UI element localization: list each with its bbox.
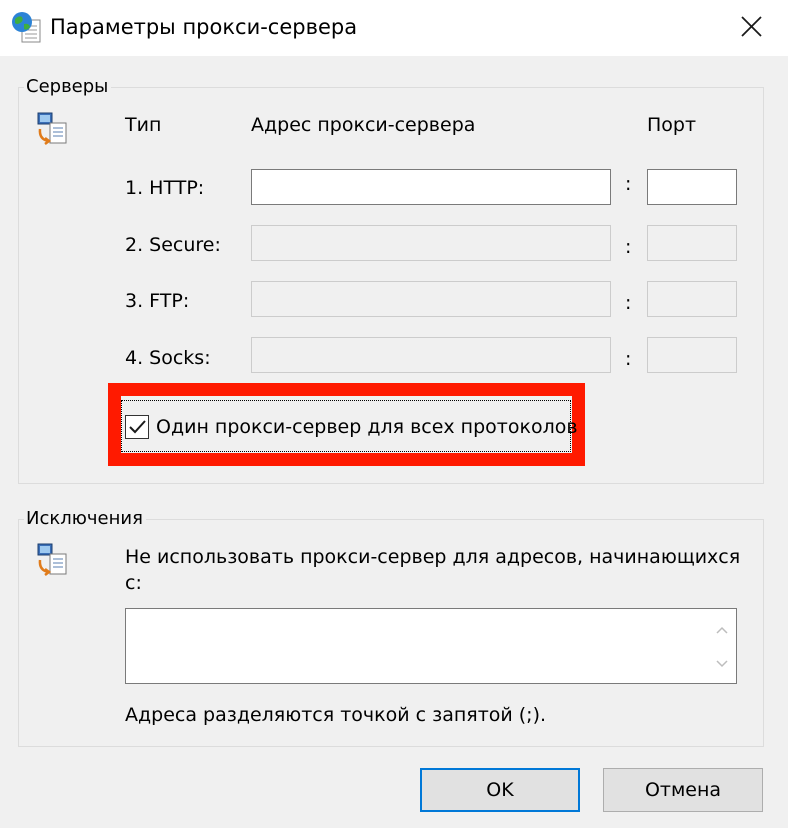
proxy-settings-dialog: Параметры прокси-сервера Серверы Тип Адр… (0, 0, 788, 828)
globe-document-icon (12, 12, 41, 43)
socks-colon: : (625, 348, 632, 370)
same-proxy-label[interactable]: Один прокси-сервер для всех протоколов (156, 414, 578, 440)
ftp-port-input[interactable] (647, 281, 737, 317)
servers-group-label: Серверы (24, 75, 112, 99)
window-title: Параметры прокси-сервера (50, 15, 358, 39)
secure-port-input[interactable] (647, 225, 737, 261)
http-address-input[interactable] (251, 169, 611, 205)
ftp-label: 3. FTP: (125, 290, 190, 312)
ftp-colon: : (625, 292, 632, 314)
exceptions-textarea[interactable] (125, 608, 737, 684)
exceptions-hint: Адреса разделяются точкой с запятой (;). (125, 704, 547, 726)
socks-label: 4. Socks: (125, 347, 211, 369)
scroll-down-icon[interactable] (714, 655, 730, 671)
close-icon[interactable] (728, 6, 774, 48)
network-computer-icon (37, 543, 67, 576)
secure-colon: : (625, 236, 632, 258)
secure-label: 2. Secure: (125, 234, 221, 256)
cancel-button[interactable]: Отмена (603, 768, 763, 812)
http-colon: : (625, 173, 632, 195)
secure-address-input[interactable] (251, 225, 611, 261)
exceptions-description-line1: Не использовать прокси-сервер для адресо… (125, 546, 741, 568)
checkmark-icon (129, 420, 146, 434)
exceptions-group-label: Исключения (24, 507, 146, 531)
column-header-port: Порт (647, 114, 697, 136)
network-computer-icon (37, 112, 67, 145)
scroll-up-icon[interactable] (714, 623, 730, 639)
column-header-type: Тип (125, 114, 162, 136)
column-header-address: Адрес прокси-сервера (251, 114, 476, 136)
title-bar: Параметры прокси-сервера (0, 0, 788, 56)
socks-address-input[interactable] (251, 337, 611, 373)
exceptions-description-line2: с: (125, 572, 142, 594)
http-label: 1. HTTP: (125, 177, 205, 199)
same-proxy-checkbox[interactable] (125, 415, 149, 439)
http-port-input[interactable] (647, 169, 737, 205)
ok-button[interactable]: OK (420, 768, 580, 812)
ftp-address-input[interactable] (251, 281, 611, 317)
socks-port-input[interactable] (647, 337, 737, 373)
